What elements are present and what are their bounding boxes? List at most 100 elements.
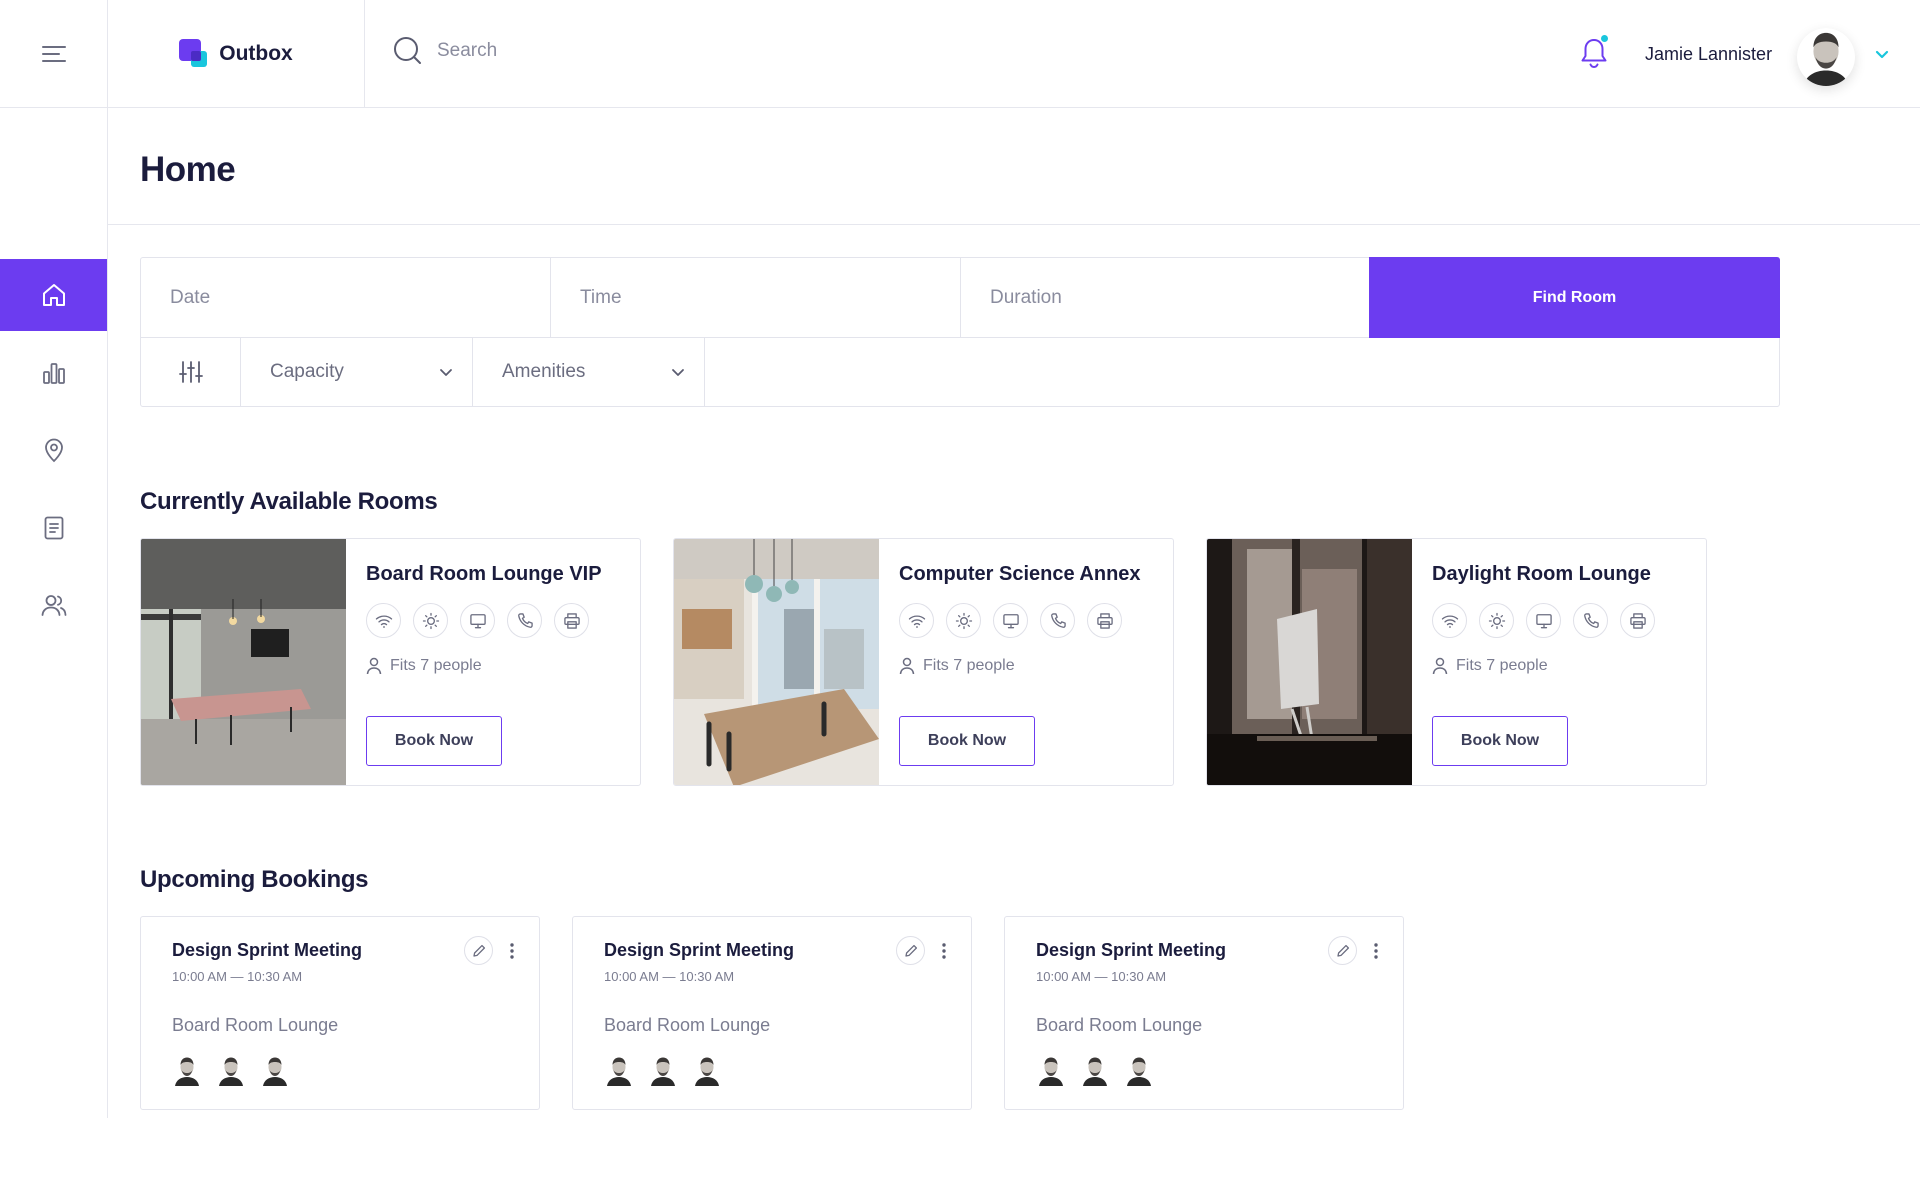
home-icon [42,284,65,306]
monitor-icon [993,603,1028,638]
page-title: Home [140,150,236,189]
sidebar-item-locations[interactable] [0,414,107,486]
edit-booking-button[interactable] [1328,936,1357,965]
menu-button[interactable] [0,0,108,107]
room-card: Board Room Lounge VIP Fits 7 people Book… [140,538,641,786]
room-photo [141,539,346,785]
notification-button[interactable] [1578,35,1610,72]
attendee-avatar[interactable] [216,1054,246,1086]
sidebar-item-home[interactable] [0,259,107,331]
room-capacity-label: Fits 7 people [390,657,482,674]
room-photo [674,539,879,785]
chevron-down-icon [440,369,452,376]
booking-room: Board Room Lounge [172,1015,339,1035]
more-vertical-icon [942,942,946,959]
room-capacity-label: Fits 7 people [923,657,1015,674]
duration-field[interactable]: Duration [961,258,1369,337]
bar-chart-icon [42,363,65,384]
search-bar [393,36,837,66]
top-bar: Outbox Jamie Lannister [0,0,1920,108]
attendee-avatar[interactable] [1080,1054,1110,1086]
attendee-avatar[interactable] [692,1054,722,1086]
sliders-icon [178,361,203,383]
sidebar-item-people[interactable] [0,569,107,641]
printer-icon [1087,603,1122,638]
room-name: Daylight Room Lounge [1432,563,1651,585]
sidebar [0,108,108,1118]
chevron-down-icon[interactable] [1872,44,1892,64]
light-icon [1479,603,1514,638]
wifi-icon [899,603,934,638]
booking-title: Design Sprint Meeting [604,940,795,960]
attendee-avatar[interactable] [604,1054,634,1086]
amenity-list [366,603,589,638]
room-details: Board Room Lounge VIP Fits 7 people Book… [366,539,640,785]
find-room-button[interactable]: Find Room [1369,257,1780,338]
time-field[interactable]: Time [551,258,961,337]
more-options-button[interactable] [937,936,951,965]
printer-icon [554,603,589,638]
amenity-list [899,603,1122,638]
phone-icon [507,603,542,638]
person-icon [899,657,915,675]
book-now-button[interactable]: Book Now [899,716,1035,766]
upcoming-bookings-heading: Upcoming Bookings [140,866,369,893]
users-icon [41,595,66,616]
amenities-dropdown[interactable]: Amenities [473,338,705,406]
chevron-down-icon [672,369,684,376]
search-icon[interactable] [393,36,423,66]
room-capacity: Fits 7 people [366,657,482,675]
light-icon [946,603,981,638]
phone-icon [1573,603,1608,638]
room-details: Daylight Room Lounge Fits 7 people Book … [1432,539,1706,785]
more-vertical-icon [510,942,514,959]
booking-title: Design Sprint Meeting [172,940,363,960]
wifi-icon [366,603,401,638]
amenities-label: Amenities [502,361,586,382]
room-card: Daylight Room Lounge Fits 7 people Book … [1206,538,1707,786]
attendee-avatar[interactable] [648,1054,678,1086]
book-now-button[interactable]: Book Now [366,716,502,766]
edit-booking-button[interactable] [896,936,925,965]
room-photo [1207,539,1412,785]
book-now-button[interactable]: Book Now [1432,716,1568,766]
amenity-list [1432,603,1655,638]
brand[interactable]: Outbox [108,0,365,107]
more-options-button[interactable] [505,936,519,965]
outbox-logo-icon [179,38,209,69]
sidebar-item-documents[interactable] [0,492,107,564]
room-name: Board Room Lounge VIP [366,563,602,585]
attendee-avatar[interactable] [1036,1054,1066,1086]
booking-time: 10:00 AM — 10:30 AM [1036,969,1167,984]
edit-booking-button[interactable] [464,936,493,965]
booking-room: Board Room Lounge [1036,1015,1203,1035]
user-name[interactable]: Jamie Lannister [1645,44,1772,65]
printer-icon [1620,603,1655,638]
pencil-icon [472,944,485,957]
search-input[interactable] [437,40,837,62]
room-capacity-label: Fits 7 people [1456,657,1548,674]
booking-card[interactable]: Design Sprint Meeting 10:00 AM — 10:30 A… [1004,916,1404,1110]
sidebar-item-analytics[interactable] [0,337,107,409]
date-field[interactable]: Date [141,258,551,337]
booking-time: 10:00 AM — 10:30 AM [172,969,303,984]
room-finder-row-filters: Capacity Amenities [141,338,1779,406]
booking-card[interactable]: Design Sprint Meeting 10:00 AM — 10:30 A… [572,916,972,1110]
light-icon [413,603,448,638]
more-options-button[interactable] [1369,936,1383,965]
booking-card[interactable]: Design Sprint Meeting 10:00 AM — 10:30 A… [140,916,540,1110]
booking-title: Design Sprint Meeting [1036,940,1227,960]
capacity-dropdown[interactable]: Capacity [241,338,473,406]
capacity-label: Capacity [270,361,344,382]
user-avatar[interactable] [1797,28,1855,86]
room-details: Computer Science Annex Fits 7 people Boo… [899,539,1173,785]
attendee-avatar[interactable] [1124,1054,1154,1086]
room-name: Computer Science Annex [899,563,1141,585]
room-capacity: Fits 7 people [899,657,1015,675]
document-icon [44,516,63,540]
attendee-avatar[interactable] [172,1054,202,1086]
attendee-avatar[interactable] [260,1054,290,1086]
attendee-list [1036,1054,1154,1086]
filter-button[interactable] [141,338,241,406]
booking-room: Board Room Lounge [604,1015,771,1035]
